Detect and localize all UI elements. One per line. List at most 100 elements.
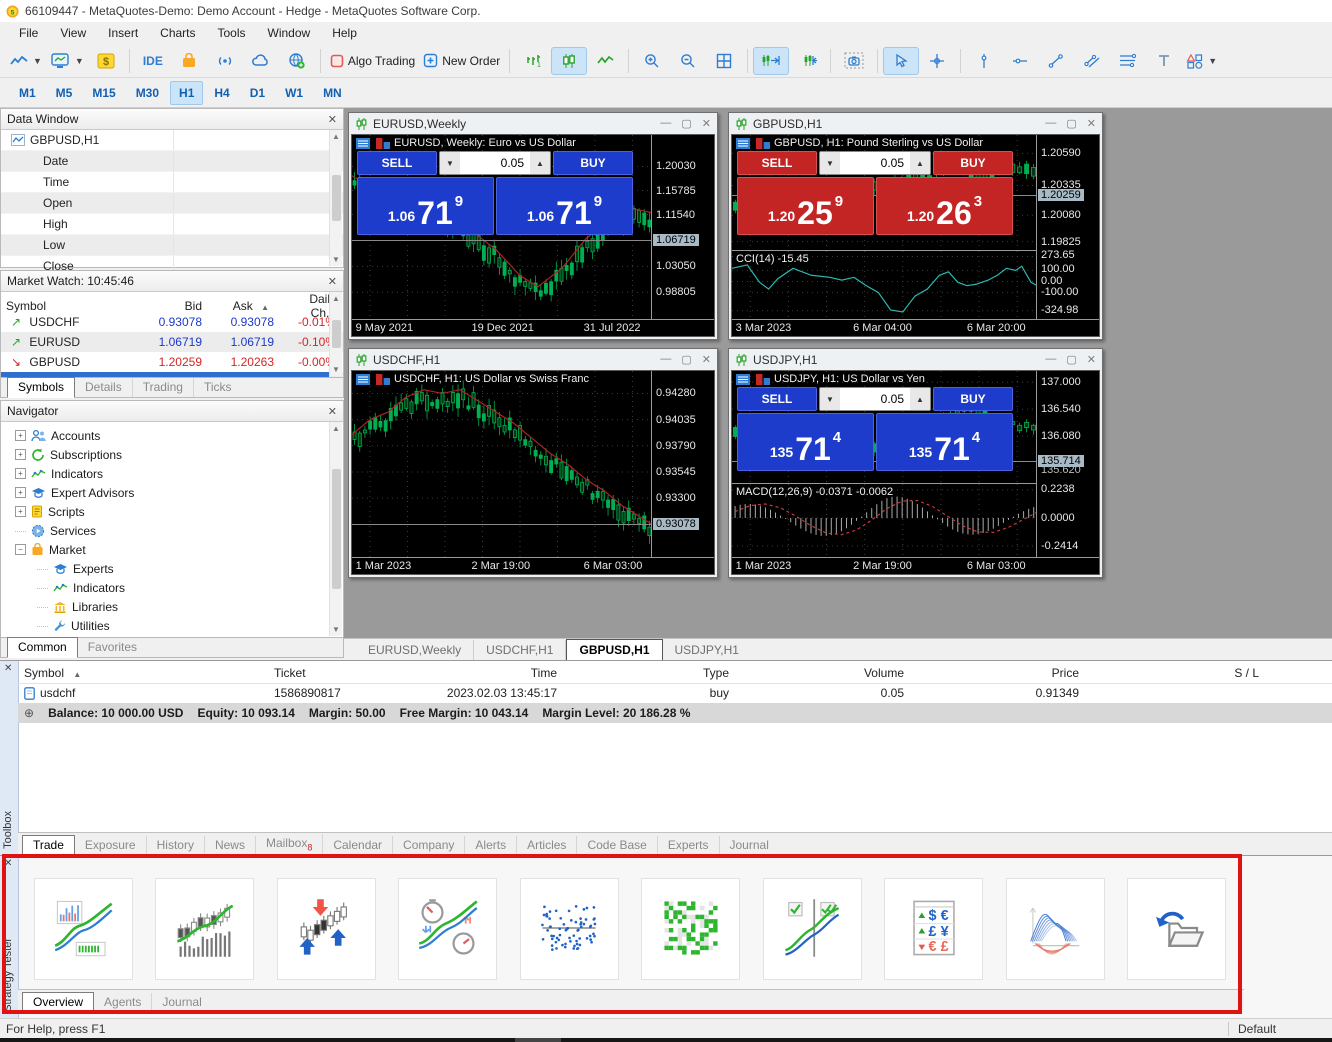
- market-watch-tab-symbols[interactable]: Symbols: [7, 377, 75, 398]
- navigator-item-subscriptions[interactable]: +Subscriptions: [7, 445, 343, 464]
- sell-price[interactable]: 1.20259: [737, 177, 874, 235]
- toolbox-tab-trade[interactable]: Trade: [22, 835, 75, 856]
- close-icon[interactable]: ✕: [702, 353, 711, 366]
- trade-table-row[interactable]: usdchf15868908172023.02.03 13:45:17buy0.…: [18, 683, 1332, 704]
- navigator-item-scripts[interactable]: +Scripts: [7, 502, 343, 521]
- quick-trade-icon[interactable]: [376, 374, 390, 385]
- quick-trade-icon[interactable]: [376, 138, 390, 149]
- menu-help[interactable]: Help: [321, 23, 368, 43]
- ide-button[interactable]: IDE: [135, 47, 171, 75]
- toolbox-tab-mailbox[interactable]: Mailbox8: [256, 834, 323, 855]
- sell-button[interactable]: SELL: [737, 387, 817, 411]
- tester-tile-forward-test[interactable]: [763, 878, 862, 980]
- market-watch-tab-details[interactable]: Details: [75, 378, 133, 397]
- sell-price[interactable]: 135714: [737, 413, 874, 471]
- chart-area[interactable]: USDCHF, H1: US Dollar vs Swiss Franc 0.9…: [351, 370, 715, 575]
- menu-view[interactable]: View: [49, 23, 97, 43]
- timeframe-m5[interactable]: M5: [47, 81, 82, 105]
- volume-value[interactable]: 0.05: [840, 152, 910, 174]
- navigator-scrollbar[interactable]: ▲▼: [329, 422, 342, 636]
- vps-button[interactable]: [243, 47, 279, 75]
- tester-tile-speed-test[interactable]: [398, 878, 497, 980]
- sell-button[interactable]: SELL: [737, 151, 817, 175]
- minimize-icon[interactable]: —: [660, 117, 671, 130]
- timeframe-d1[interactable]: D1: [241, 81, 274, 105]
- volume-decrease-button[interactable]: ▼: [440, 152, 460, 174]
- navigator-item-market[interactable]: −Market: [7, 540, 343, 559]
- shift-end-button[interactable]: [753, 47, 789, 75]
- timeframe-m15[interactable]: M15: [83, 81, 124, 105]
- tester-tab-overview[interactable]: Overview: [22, 992, 94, 1013]
- close-icon[interactable]: ✕: [1087, 353, 1096, 366]
- toolbox-tab-history[interactable]: History: [147, 836, 205, 855]
- tester-tile-distribution-surface[interactable]: [1006, 878, 1105, 980]
- volume-value[interactable]: 0.05: [840, 388, 910, 410]
- sell-button[interactable]: SELL: [357, 151, 437, 175]
- tester-tile-optimization-matrix[interactable]: [641, 878, 740, 980]
- market-depth-icon[interactable]: [736, 374, 750, 385]
- buy-price[interactable]: 1.20263: [876, 177, 1013, 235]
- text-button[interactable]: [1146, 47, 1182, 75]
- market-watch-header[interactable]: SymbolBidAsk ▲Daily Ch...: [1, 292, 343, 312]
- volume-increase-button[interactable]: ▲: [530, 152, 550, 174]
- timeframe-m30[interactable]: M30: [127, 81, 168, 105]
- maximize-icon[interactable]: ▢: [1066, 117, 1076, 130]
- close-icon[interactable]: ✕: [702, 117, 711, 130]
- navigator-item-libraries[interactable]: Libraries: [7, 597, 343, 616]
- timeframe-h1[interactable]: H1: [170, 81, 203, 105]
- tree-expand-toggle[interactable]: −: [15, 544, 26, 555]
- data-window-row[interactable]: GBPUSD,H1: [1, 130, 343, 151]
- close-icon[interactable]: ✕: [328, 275, 337, 288]
- buy-price[interactable]: 135714: [876, 413, 1013, 471]
- toolbox-tab-exposure[interactable]: Exposure: [75, 836, 147, 855]
- cursor-button[interactable]: [883, 47, 919, 75]
- market-button[interactable]: [171, 47, 207, 75]
- toolbox-tab-alerts[interactable]: Alerts: [465, 836, 517, 855]
- navigator-tab-favorites[interactable]: Favorites: [78, 638, 147, 657]
- toolbox-tab-company[interactable]: Company: [393, 836, 465, 855]
- chart-window-titlebar[interactable]: USDJPY,H1 —▢✕: [729, 349, 1102, 370]
- horizontal-line-button[interactable]: [1002, 47, 1038, 75]
- chart-window-titlebar[interactable]: USDCHF,H1 —▢✕: [349, 349, 717, 370]
- chart-area[interactable]: GBPUSD, H1: Pound Sterling vs US Dollar …: [731, 134, 1100, 337]
- minimize-icon[interactable]: —: [1045, 353, 1056, 366]
- vertical-line-button[interactable]: [966, 47, 1002, 75]
- quick-trade-icon[interactable]: [756, 374, 770, 385]
- tree-expand-toggle[interactable]: +: [15, 430, 26, 441]
- tile-windows-button[interactable]: [706, 47, 742, 75]
- sell-price[interactable]: 1.06719: [357, 177, 494, 235]
- close-icon[interactable]: ✕: [328, 405, 337, 418]
- chart-tab-gbpusd-h1[interactable]: GBPUSD,H1: [566, 639, 662, 660]
- market-watch-tab-trading[interactable]: Trading: [133, 378, 194, 397]
- tester-tile-backtest-report[interactable]: [34, 878, 133, 980]
- trendline-button[interactable]: [1038, 47, 1074, 75]
- buy-button[interactable]: BUY: [933, 151, 1013, 175]
- screenshot-button[interactable]: [836, 47, 872, 75]
- minimize-icon[interactable]: —: [660, 353, 671, 366]
- chart-tab-usdchf-h1[interactable]: USDCHF,H1: [474, 640, 566, 660]
- candlestick-button[interactable]: [551, 47, 587, 75]
- navigator-item-expert-advisors[interactable]: +Expert Advisors: [7, 483, 343, 502]
- new-order-button[interactable]: New Order: [419, 47, 504, 75]
- line-chart-button[interactable]: [587, 47, 623, 75]
- tester-tab-journal[interactable]: Journal: [152, 993, 211, 1012]
- toolbox-tab-articles[interactable]: Articles: [517, 836, 577, 855]
- navigator-item-utilities[interactable]: Utilities: [7, 616, 343, 635]
- timeframe-w1[interactable]: W1: [276, 81, 312, 105]
- tester-tile-open-folder[interactable]: [1127, 878, 1226, 980]
- chart-area[interactable]: EURUSD, Weekly: Euro vs US Dollar SELL ▼…: [351, 134, 715, 337]
- volume-value[interactable]: 0.05: [460, 152, 530, 174]
- community-button[interactable]: [279, 47, 315, 75]
- chart-profile-button[interactable]: ▼: [46, 47, 88, 75]
- close-icon[interactable]: ✕: [4, 858, 12, 869]
- navigator-item-accounts[interactable]: +Accounts: [7, 426, 343, 445]
- volume-increase-button[interactable]: ▲: [910, 152, 930, 174]
- algo-trading-button[interactable]: Algo Trading: [326, 47, 419, 75]
- navigator-item-indicators[interactable]: Indicators: [7, 578, 343, 597]
- menu-window[interactable]: Window: [257, 23, 322, 43]
- volume-decrease-button[interactable]: ▼: [820, 152, 840, 174]
- deposit-button[interactable]: $: [88, 47, 124, 75]
- market-watch-row-eurusd[interactable]: ↗ EURUSD1.067191.06719-0.10%: [1, 332, 343, 352]
- buy-button[interactable]: BUY: [553, 151, 633, 175]
- chart-area[interactable]: USDJPY, H1: US Dollar vs Yen SELL ▼ 0.05…: [731, 370, 1100, 575]
